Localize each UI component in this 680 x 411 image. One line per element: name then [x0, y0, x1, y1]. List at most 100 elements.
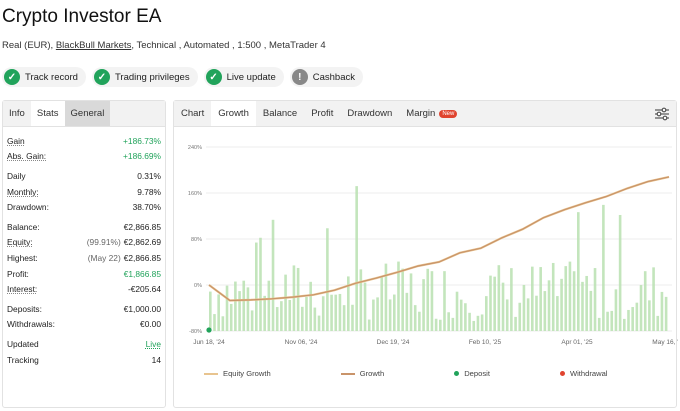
tab-margin-label: Margin: [406, 108, 436, 119]
volume-bar: [585, 275, 588, 331]
volume-bar: [522, 284, 526, 331]
stat-value: +186.73%: [123, 135, 161, 146]
tab-info[interactable]: Info: [3, 101, 31, 126]
volume-bar: [238, 291, 241, 331]
volume-bar: [426, 268, 430, 331]
volume-bar: [602, 204, 605, 331]
volume-bar: [610, 310, 614, 331]
volume-bar: [560, 278, 563, 331]
stat-prefix: (99.91%): [86, 237, 121, 248]
deposit-marker: [206, 327, 212, 333]
stat-label: Updated: [7, 338, 39, 349]
volume-bar: [489, 275, 492, 331]
volume-bar: [476, 315, 480, 331]
volume-bar: [317, 315, 321, 331]
volume-bar: [250, 310, 254, 331]
stat-label: Daily: [7, 170, 26, 181]
check-icon: ✓: [205, 69, 222, 85]
legend-dot: [454, 371, 460, 376]
legend-dot: [559, 371, 565, 376]
stat-value: 38.70%: [132, 202, 161, 213]
tab-growth[interactable]: Growth: [211, 101, 256, 126]
stat-value: -€205.64: [127, 284, 161, 295]
legend-deposit[interactable]: Deposit: [454, 369, 490, 378]
volume-bar: [351, 304, 354, 331]
volume-bar: [652, 267, 655, 331]
badge-row: ✓ Track record ✓ Trading privileges ✓ Li…: [2, 67, 363, 87]
volume-bar: [514, 316, 517, 331]
volume-bar: [468, 312, 471, 331]
cashback-badge[interactable]: ! Cashback: [289, 67, 363, 87]
volume-bar: [518, 302, 522, 331]
stat-row-gain: Gain +186.73%: [7, 133, 161, 149]
stat-label: Abs. Gain:: [7, 151, 47, 162]
legend-withdrawal[interactable]: Withdrawal: [559, 369, 608, 378]
account-subtitle: Real (EUR), BlackBull Markets, Technical…: [2, 40, 326, 51]
legend-growth[interactable]: Growth: [340, 369, 384, 378]
tab-general[interactable]: General: [64, 101, 111, 126]
volume-bar: [464, 303, 467, 331]
volume-bar: [334, 294, 338, 331]
x-tick-label: Apr 01, '25: [561, 339, 593, 346]
volume-bar: [430, 271, 434, 331]
y-tick-label: 80%: [191, 237, 202, 243]
volume-bar: [472, 320, 476, 331]
volume-bar: [443, 271, 446, 331]
chart-tabs: Chart Growth Balance Profit Drawdown Mar…: [174, 101, 676, 127]
legend-equity-growth[interactable]: Equity Growth: [204, 369, 271, 378]
stat-value: €2,866.85: [123, 252, 161, 263]
volume-bar: [288, 299, 292, 331]
volume-bar: [451, 317, 455, 331]
tab-chart[interactable]: Chart: [174, 101, 211, 126]
settings-sliders-icon[interactable]: [654, 106, 670, 122]
volume-bar: [292, 265, 296, 331]
volume-bar: [355, 186, 358, 331]
volume-bar: [656, 315, 660, 331]
volume-bar: [209, 291, 212, 331]
trading-privileges-badge[interactable]: ✓ Trading privileges: [91, 67, 198, 87]
volume-bar: [643, 271, 647, 331]
volume-bar: [455, 291, 459, 331]
volume-bar: [623, 318, 626, 331]
tab-profit[interactable]: Profit: [304, 101, 340, 126]
account-details: , Technical , Automated , 1:500 , MetaTr…: [131, 40, 326, 51]
stat-value: €1,000.00: [123, 303, 161, 314]
volume-bar: [275, 307, 279, 331]
y-tick-label: 0%: [194, 283, 202, 289]
stat-label: Equity:: [7, 237, 33, 248]
stat-label: Profit:: [7, 268, 29, 279]
stats-tabs: Info Stats General: [3, 101, 165, 127]
volume-bar: [401, 268, 404, 331]
volume-bar: [589, 290, 593, 331]
volume-bar: [367, 319, 371, 331]
badge-label: Track record: [25, 71, 78, 83]
tab-drawdown[interactable]: Drawdown: [340, 101, 399, 126]
stat-label: Monthly:: [7, 186, 39, 197]
volume-bar: [568, 261, 572, 331]
stat-value: 9.78%: [137, 186, 161, 197]
volume-bar: [551, 262, 555, 331]
volume-bar: [660, 291, 664, 331]
volume-bar: [359, 269, 363, 331]
volume-bar: [648, 300, 651, 331]
volume-bar: [384, 263, 388, 331]
tab-margin[interactable]: Margin New: [399, 101, 464, 126]
track-record-badge[interactable]: ✓ Track record: [2, 67, 86, 87]
volume-bar: [639, 285, 643, 331]
new-badge: New: [439, 109, 458, 118]
y-tick-label: -80%: [189, 329, 202, 335]
volume-bar: [606, 311, 609, 331]
tab-stats[interactable]: Stats: [30, 101, 65, 126]
live-update-badge[interactable]: ✓ Live update: [203, 67, 284, 87]
volume-bar: [510, 268, 513, 331]
growth-chart[interactable]: 240% 160% 80% 0% -80% Jun 18, '24 Nov 06, '24 D…: [174, 137, 678, 367]
broker-link[interactable]: BlackBull Markets: [56, 40, 132, 51]
volume-bar: [547, 280, 551, 331]
volume-bar: [301, 306, 304, 331]
stat-row-daily: Daily 0.31%: [7, 168, 161, 184]
volume-bar: [539, 267, 542, 331]
stat-label: Balance:: [7, 221, 40, 232]
tab-balance[interactable]: Balance: [256, 101, 304, 126]
volume-bar: [271, 219, 275, 331]
volume-bar: [581, 281, 584, 331]
